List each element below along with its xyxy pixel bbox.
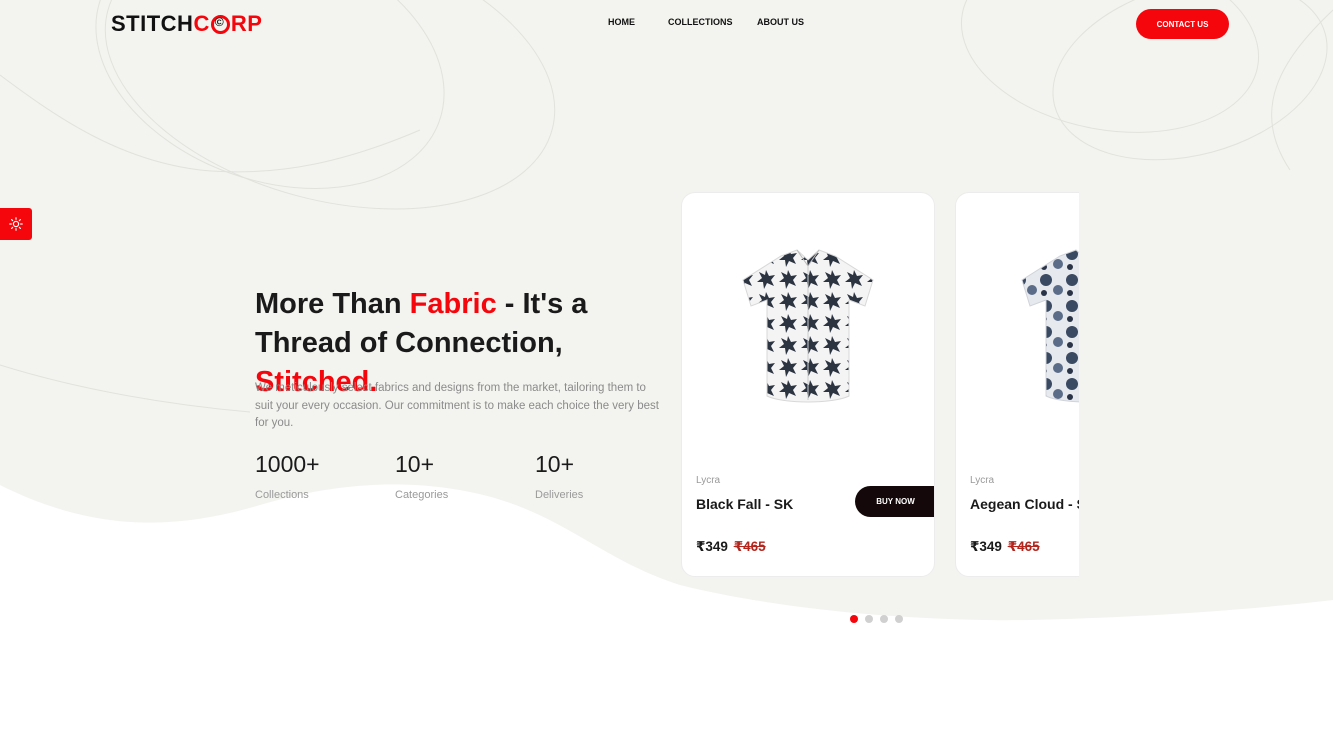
stat-deliveries: 10+ Deliveries (535, 451, 583, 501)
stat-categories: 10+ Categories (395, 451, 448, 501)
contact-us-button[interactable]: CONTACT US (1136, 9, 1229, 39)
stat-value: 1000+ (255, 451, 320, 477)
hero-title-accent-fabric: Fabric (409, 288, 497, 320)
product-old-price: ₹465 (1007, 539, 1040, 554)
product-old-price: ₹465 (733, 539, 766, 554)
product-name[interactable]: Aegean Cloud - SK (970, 496, 1079, 512)
carousel-pagination (850, 615, 903, 623)
carousel-dot-4[interactable] (895, 615, 903, 623)
logo-text-corp: CRP (193, 11, 262, 37)
shirt-blue-cloud-image (1021, 248, 1079, 402)
product-image[interactable] (956, 193, 1079, 463)
stat-collections: 1000+ Collections (255, 451, 320, 501)
nav-home[interactable]: HOME (608, 17, 648, 27)
product-fabric: Lycra (696, 475, 721, 486)
product-fabric: Lycra (970, 475, 995, 486)
logo-text-stitch: STITCH (111, 11, 194, 36)
nav-about-us[interactable]: ABOUT US (757, 17, 817, 27)
product-name[interactable]: Black Fall - SK (696, 496, 793, 512)
shirt-dark-leaf-image (742, 248, 874, 402)
top-navbar: STITCH CRP HOME COLLECTIONS ABOUT US CON… (0, 0, 1333, 48)
product-card[interactable]: Lycra Black Fall - SK ₹349 ₹465 BUY NOW (681, 192, 935, 577)
stat-value: 10+ (395, 451, 435, 477)
nav-collections[interactable]: COLLECTIONS (668, 17, 748, 27)
carousel-dot-1[interactable] (850, 615, 858, 623)
product-carousel[interactable]: Lycra Black Fall - SK ₹349 ₹465 BUY NOW … (681, 192, 1079, 578)
stat-label: Deliveries (535, 489, 584, 501)
stat-label: Collections (255, 489, 309, 501)
carousel-dot-3[interactable] (880, 615, 888, 623)
product-price: ₹349 ₹465 (970, 539, 1040, 554)
carousel-dot-2[interactable] (865, 615, 873, 623)
sun-icon (9, 217, 23, 231)
product-card[interactable]: Lycra Aegean Cloud - SK ₹349 ₹465 (955, 192, 1079, 577)
stat-label: Categories (395, 489, 449, 501)
buy-now-button[interactable]: BUY NOW (855, 486, 934, 517)
brand-logo[interactable]: STITCH CRP (111, 11, 262, 37)
product-image[interactable] (682, 193, 934, 463)
theme-toggle-button[interactable] (0, 208, 32, 240)
hero-description: We meticulously select fabrics and desig… (255, 382, 659, 429)
product-price: ₹349 ₹465 (696, 539, 766, 554)
stat-value: 10+ (535, 451, 575, 477)
logo-needle-icon (210, 14, 230, 34)
